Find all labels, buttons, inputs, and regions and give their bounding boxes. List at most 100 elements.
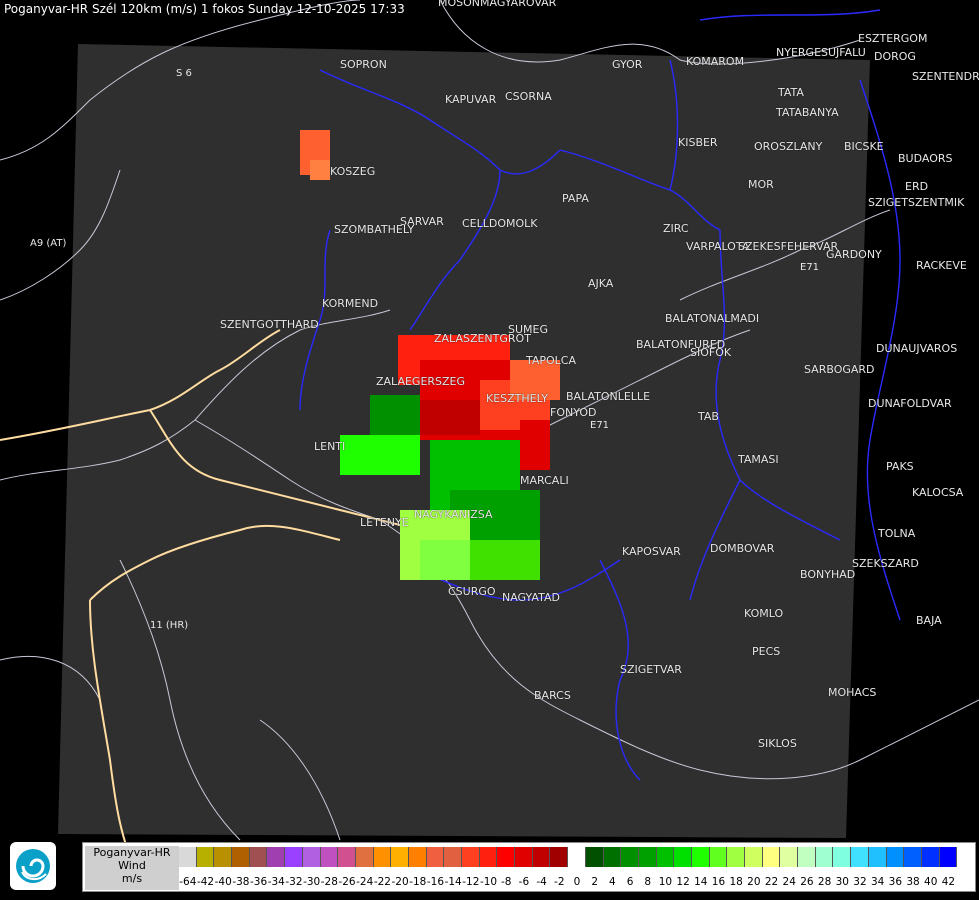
city-label: ZIRC	[663, 222, 689, 235]
road-label: E71	[590, 420, 610, 431]
legend-swatch	[179, 847, 197, 867]
legend-tick: -14	[444, 876, 462, 888]
city-label: PAPA	[562, 192, 589, 205]
legend-unit: m/s	[121, 872, 143, 885]
legend-tick: -40	[214, 876, 232, 888]
city-label: CSURGO	[448, 585, 496, 598]
city-label: SZENTGOTTHARD	[220, 318, 319, 331]
legend-swatch	[674, 847, 692, 867]
legend-swatch	[904, 847, 922, 867]
legend-swatch	[638, 847, 657, 867]
legend-tick: 38	[906, 876, 920, 888]
legend-swatch	[568, 847, 586, 867]
city-label: KORMEND	[322, 297, 379, 310]
city-label: KOSZEG	[330, 165, 376, 178]
legend-swatch	[762, 847, 781, 867]
legend-swatch	[868, 847, 887, 867]
city-label: MOSONMAGYAROVAR	[438, 0, 557, 9]
city-label: GARDONY	[826, 248, 882, 261]
legend-tick: -30	[303, 876, 321, 888]
legend-tick: -64	[179, 876, 197, 888]
legend-swatch	[727, 847, 745, 867]
legend-swatch	[939, 847, 958, 867]
legend-tick: 18	[729, 876, 743, 888]
city-label: KISBER	[678, 136, 718, 149]
legend-swatch	[603, 847, 622, 867]
city-label: KAPUVAR	[445, 93, 497, 106]
city-label: BICSKE	[844, 140, 884, 153]
legend-swatch	[550, 847, 569, 867]
legend-swatch	[373, 847, 392, 867]
legend-tick: 26	[800, 876, 814, 888]
legend-tick: -26	[338, 876, 356, 888]
city-label: RACKEVE	[916, 259, 967, 272]
radar-logo	[10, 842, 56, 890]
legend-tick: 8	[644, 876, 652, 888]
city-label: NAGYKANIZSA	[414, 508, 493, 521]
legend-label: Poganyvar-HR Wind m/s	[85, 846, 179, 890]
legend-swatch	[497, 847, 516, 867]
legend-tick: -42	[196, 876, 215, 888]
legend-radar-name: Poganyvar-HR	[93, 846, 171, 859]
city-label: LETENYE	[360, 516, 409, 529]
legend-tick: 10	[658, 876, 673, 888]
city-label: DUNAFOLDVAR	[868, 397, 952, 410]
road-label: A9 (AT)	[30, 238, 67, 249]
city-label: ERD	[905, 180, 929, 193]
legend-tick: 36	[888, 876, 903, 888]
city-label: CELLDOMOLK	[462, 217, 538, 230]
legend-tick: 32	[853, 876, 867, 888]
road-label: E71	[800, 262, 820, 273]
legend-tick: -10	[479, 876, 498, 888]
road-label: 11 (HR)	[150, 620, 189, 631]
city-label: GYOR	[612, 58, 643, 71]
legend-tick: -2	[554, 876, 565, 888]
legend-swatch	[391, 847, 409, 867]
legend-swatch	[532, 847, 551, 867]
city-label: SOPRON	[340, 58, 387, 71]
city-label: LENTI	[314, 440, 346, 453]
city-label: TAB	[698, 410, 719, 423]
legend-swatch	[355, 847, 374, 867]
city-label: ZALAEGERSZEG	[376, 375, 466, 388]
legend-quantity: Wind	[118, 859, 146, 872]
city-label: KAPOSVAR	[622, 545, 681, 558]
legend-tick: 6	[626, 876, 634, 888]
legend-swatch	[479, 847, 498, 867]
city-label: KOMAROM	[686, 55, 745, 68]
legend-swatch	[780, 847, 799, 867]
city-label: KOMLO	[744, 607, 784, 620]
legend-swatch	[320, 847, 339, 867]
city-label: MARCALI	[520, 474, 569, 487]
legend-swatch	[408, 847, 427, 867]
city-label: AJKA	[588, 277, 614, 290]
legend-tick: -18	[409, 876, 427, 888]
city-label: NAGYATAD	[502, 591, 560, 604]
city-label: SZIGETVAR	[620, 663, 682, 676]
legend-tick: 14	[694, 876, 708, 888]
city-label: SZIGETSZENTMIK	[868, 196, 965, 209]
city-label: DOMBOVAR	[710, 542, 775, 555]
legend-tick: -38	[232, 876, 250, 888]
city-label: SIKLOS	[758, 737, 797, 750]
legend-tick: -6	[518, 876, 530, 888]
legend-swatch	[285, 847, 303, 867]
city-label: SZEKSZARD	[852, 557, 919, 570]
city-label: BARCS	[534, 689, 571, 702]
legend-swatch	[232, 847, 250, 867]
legend-swatch	[921, 847, 940, 867]
city-label: MOHACS	[828, 686, 877, 699]
legend-tick: -32	[285, 876, 303, 888]
legend-tick: -24	[356, 876, 374, 888]
legend-tick: -22	[373, 876, 391, 888]
city-label: NYERGESUJFALU	[776, 46, 866, 59]
city-label: BALATONLELLE	[566, 390, 651, 403]
legend-swatch	[851, 847, 869, 867]
city-label: PECS	[752, 645, 781, 658]
legend-tick: -12	[462, 876, 480, 888]
legend-tick: -36	[250, 876, 268, 888]
city-label: TATABANYA	[776, 106, 839, 119]
legend-tick: -34	[267, 876, 285, 888]
legend-swatch	[426, 847, 445, 867]
legend-swatch	[798, 847, 816, 867]
